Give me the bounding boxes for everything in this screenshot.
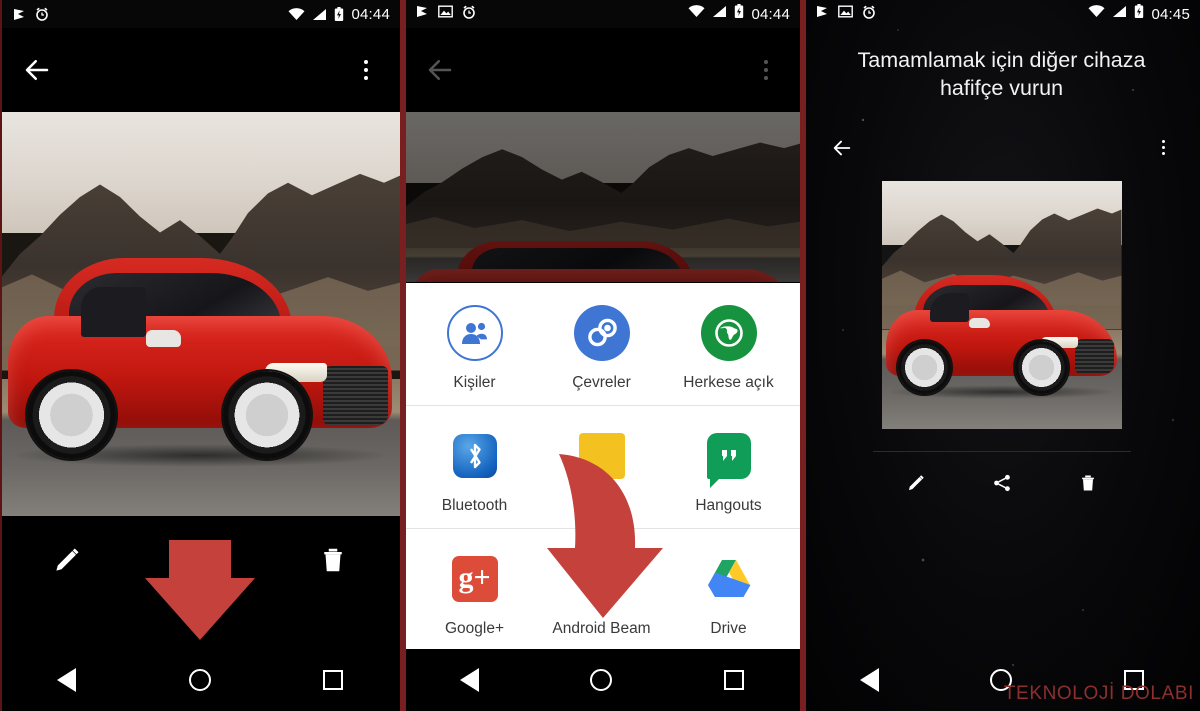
share-row-1: Kişiler Çevreler Herkese açık [403,283,800,407]
back-arrow-icon[interactable] [831,137,853,159]
share-target-kisiler[interactable]: Kişiler [419,305,531,391]
photo-icon [838,5,853,23]
beam-instruction-title: Tamamlamak için diğer cihaza hafifçe vur… [857,48,1146,101]
share-target-google-plus[interactable]: g+ Google+ [419,551,531,637]
share-button[interactable] [173,533,227,587]
status-left-icons [415,5,476,24]
app-bar [0,28,400,112]
delete-button[interactable] [1066,464,1110,502]
share-target-bluetooth[interactable]: Bluetooth [419,428,531,514]
globe-icon [700,305,757,361]
status-left-icons [815,5,876,24]
status-clock: 04:44 [751,5,790,23]
status-clock: 04:44 [351,5,390,23]
google-drive-icon [701,551,757,607]
system-nav-bar [0,649,400,711]
status-bar: 04:44 [403,0,800,28]
panel-share-sheet: 04:44 Kişiler Çevreler Herkese açık Blue… [400,0,800,711]
bluetooth-icon [447,428,503,484]
share-target-label: Android Beam [552,620,651,638]
share-target-drive[interactable]: Drive [673,551,785,637]
mute-flag-icon [415,5,429,23]
share-target-herkese-acik[interactable]: Herkese açık [673,305,785,391]
nav-recents-button[interactable] [303,657,363,703]
delete-button[interactable] [306,533,360,587]
app-bar [403,28,800,112]
nav-home-button[interactable] [170,657,230,703]
wifi-icon [688,5,705,23]
watermark-text: TEKNOLOJİ DOLABI [1003,683,1194,704]
status-right-icons: 04:44 [688,4,790,24]
photo-image[interactable] [0,112,400,516]
nav-recents-button[interactable] [704,657,764,703]
share-target-label: Bluetooth [441,497,508,515]
google-circles-icon [573,305,630,361]
beam-action-bar [872,450,1131,502]
share-target-label: Google+ [444,620,505,638]
signal-icon [312,8,327,21]
nav-home-button[interactable] [571,657,631,703]
hangouts-icon [701,428,757,489]
screenshot-stage: 04:44 04:44 Kişiler Çevreler Herkese açı… [0,0,1200,711]
share-target-label: Hangouts [695,497,762,515]
edit-button[interactable] [894,464,938,502]
alarm-icon [462,5,476,24]
alarm-icon [35,7,49,21]
nav-back-button[interactable] [439,657,499,703]
share-target-sheet: Kişiler Çevreler Herkese açık Bluetooth … [403,283,800,649]
status-left-icons [12,7,49,21]
status-right-icons: 04:44 [288,6,390,23]
photo-icon [438,5,453,23]
google-plus-icon: g+ [447,551,503,607]
share-button[interactable] [980,464,1024,502]
mute-flag-icon [815,5,829,23]
signal-icon [1112,5,1127,23]
battery-charging-icon [734,4,744,24]
share-target-label: Herkese açık [683,374,774,391]
beam-photo-thumbnail[interactable] [881,180,1122,429]
wifi-icon [288,7,305,21]
status-bar: 04:45 [803,0,1200,28]
android-beam-icon [574,551,630,607]
people-circle-icon [446,305,503,361]
wifi-icon [1088,5,1105,23]
battery-charging-icon [1134,4,1144,24]
mute-flag-icon [12,8,26,21]
signal-icon [712,5,727,23]
share-row-2: Bluetooth Hangouts [403,406,800,530]
share-target-label: Drive [710,620,747,638]
panel-photo-viewer: 04:44 [0,0,400,711]
nav-back-button[interactable] [37,657,97,703]
overflow-menu-icon[interactable] [754,55,778,85]
share-target-label: Çevreler [572,374,631,391]
back-arrow-icon[interactable] [22,55,52,85]
status-clock: 04:45 [1151,5,1190,23]
system-nav-bar [403,649,800,711]
battery-charging-icon [334,6,344,22]
overflow-menu-icon[interactable] [1154,137,1172,159]
back-arrow-icon[interactable] [425,55,455,85]
panel-android-beam: 04:45 Tamamlamak için diğer cihaza hafif… [800,0,1200,711]
beam-mini-app-bar [803,125,1200,171]
share-row-3: g+ Google+ Android Beam Drive [403,529,800,649]
share-target-hangouts[interactable]: Hangouts [673,428,785,514]
share-target-cevreler[interactable]: Çevreler [546,305,658,391]
status-right-icons: 04:45 [1088,4,1190,24]
share-target-label: Kişiler [453,374,496,391]
photo-car [8,257,392,468]
edit-button[interactable] [40,533,94,587]
share-target-photos[interactable] [546,428,658,497]
photos-icon [574,428,630,484]
nav-back-button[interactable] [839,657,899,703]
status-bar: 04:44 [0,0,400,28]
share-target-android-beam[interactable]: Android Beam [546,551,658,637]
overflow-menu-icon[interactable] [354,55,378,85]
photo-action-bar [0,516,400,604]
alarm-icon [862,5,876,24]
